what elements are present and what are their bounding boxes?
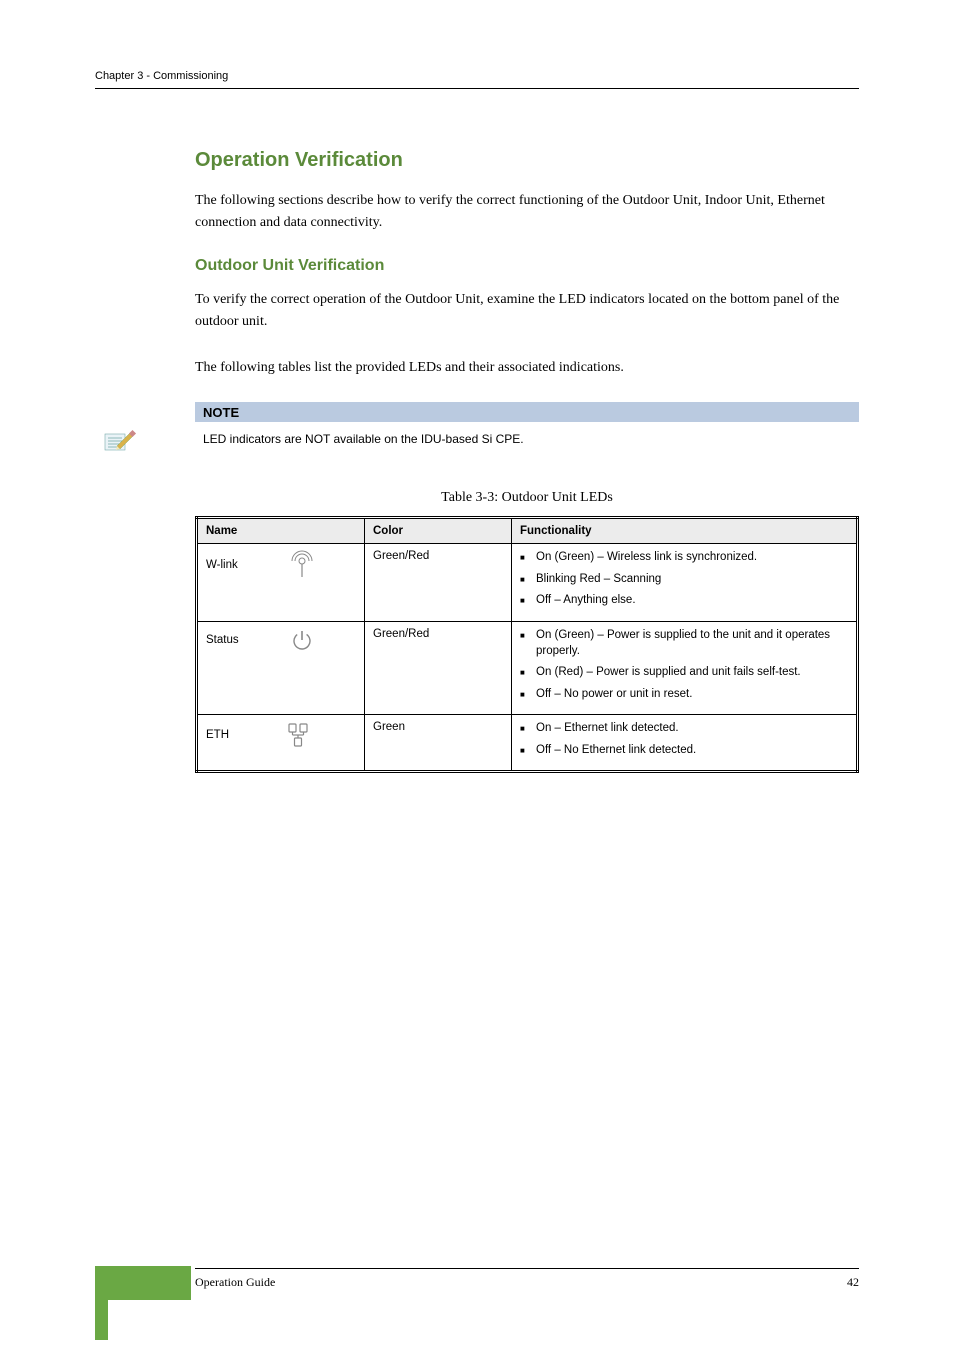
list-item: Blinking Red – Scanning xyxy=(536,572,848,588)
section-heading-h2: Outdoor Unit Verification xyxy=(195,257,859,275)
table-row: Status Green/Red On (Green xyxy=(197,621,858,714)
power-icon xyxy=(249,628,356,652)
note-pencil-icon xyxy=(103,428,137,456)
intro-paragraph: The following sections describe how to v… xyxy=(195,190,859,233)
footer-left: Operation Guide xyxy=(195,1275,275,1290)
footer-brand-bar xyxy=(95,1266,191,1300)
table-row: W-link Green/Red xyxy=(197,544,858,622)
section-heading-h1: Operation Verification xyxy=(195,149,859,172)
header-rule xyxy=(95,88,859,89)
list-item: On (Red) – Power is supplied and unit fa… xyxy=(536,665,848,681)
table-caption: Table 3-3: Outdoor Unit LEDs xyxy=(195,490,859,506)
footer-page-number: 42 xyxy=(847,1275,859,1290)
ethernet-icon xyxy=(239,721,356,749)
list-item: Off – Anything else. xyxy=(536,593,848,609)
footer-rule xyxy=(195,1268,859,1269)
led-table: Name Color Functionality W-link xyxy=(195,516,859,773)
table-row: ETH xyxy=(197,715,858,772)
table-header-name: Name xyxy=(197,518,365,544)
row-name: Status xyxy=(206,634,239,646)
note-block: NOTE xyxy=(195,402,859,456)
body-paragraph: To verify the correct operation of the O… xyxy=(195,289,859,332)
row-name: ETH xyxy=(206,729,229,741)
row-name: W-link xyxy=(206,559,238,571)
body-paragraph: The following tables list the provided L… xyxy=(195,357,859,379)
table-header-color: Color xyxy=(365,518,512,544)
list-item: On (Green) – Power is supplied to the un… xyxy=(536,628,848,659)
row-color: Green/Red xyxy=(365,544,512,622)
list-item: Off – No power or unit in reset. xyxy=(536,687,848,703)
list-item: On (Green) – Wireless link is synchroniz… xyxy=(536,550,848,566)
chapter-header: Chapter 3 - Commissioning xyxy=(95,70,859,82)
note-title-bar: NOTE xyxy=(195,402,859,422)
list-item: Off – No Ethernet link detected. xyxy=(536,743,848,759)
note-text: LED indicators are NOT available on the … xyxy=(203,424,524,448)
note-title: NOTE xyxy=(203,405,239,420)
page-footer: Operation Guide 42 xyxy=(0,1268,954,1290)
row-color: Green xyxy=(365,715,512,772)
row-color: Green/Red xyxy=(365,621,512,714)
list-item: On – Ethernet link detected. xyxy=(536,721,848,737)
antenna-icon xyxy=(248,550,356,580)
table-header-func: Functionality xyxy=(512,518,858,544)
